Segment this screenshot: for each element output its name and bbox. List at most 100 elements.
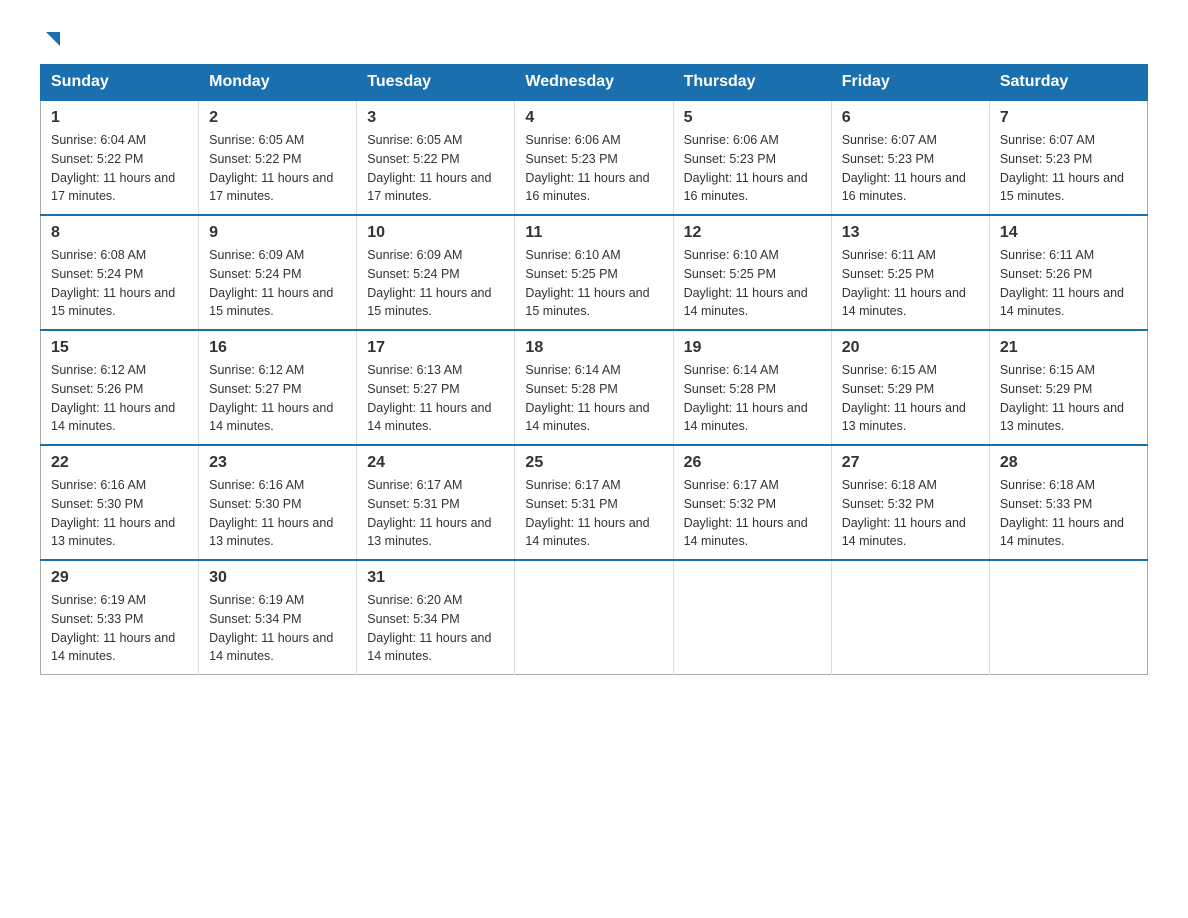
day-number: 22: [51, 454, 188, 472]
page-header: [40, 30, 1148, 44]
calendar-week-row: 22 Sunrise: 6:16 AM Sunset: 5:30 PM Dayl…: [41, 445, 1148, 560]
day-info: Sunrise: 6:10 AM Sunset: 5:25 PM Dayligh…: [525, 246, 662, 321]
day-number: 17: [367, 339, 504, 357]
calendar-header-cell: Saturday: [989, 65, 1147, 101]
calendar-day-cell: 3 Sunrise: 6:05 AM Sunset: 5:22 PM Dayli…: [357, 100, 515, 215]
day-number: 30: [209, 569, 346, 587]
calendar-day-cell: 8 Sunrise: 6:08 AM Sunset: 5:24 PM Dayli…: [41, 215, 199, 330]
day-info: Sunrise: 6:20 AM Sunset: 5:34 PM Dayligh…: [367, 591, 504, 666]
calendar-header-cell: Tuesday: [357, 65, 515, 101]
calendar-day-cell: 19 Sunrise: 6:14 AM Sunset: 5:28 PM Dayl…: [673, 330, 831, 445]
calendar-header: SundayMondayTuesdayWednesdayThursdayFrid…: [41, 65, 1148, 101]
day-info: Sunrise: 6:17 AM Sunset: 5:32 PM Dayligh…: [684, 476, 821, 551]
day-number: 28: [1000, 454, 1137, 472]
calendar-week-row: 29 Sunrise: 6:19 AM Sunset: 5:33 PM Dayl…: [41, 560, 1148, 675]
day-number: 21: [1000, 339, 1137, 357]
day-info: Sunrise: 6:05 AM Sunset: 5:22 PM Dayligh…: [209, 131, 346, 206]
calendar-header-row: SundayMondayTuesdayWednesdayThursdayFrid…: [41, 65, 1148, 101]
calendar-day-cell: 1 Sunrise: 6:04 AM Sunset: 5:22 PM Dayli…: [41, 100, 199, 215]
calendar-day-cell: 11 Sunrise: 6:10 AM Sunset: 5:25 PM Dayl…: [515, 215, 673, 330]
calendar-week-row: 1 Sunrise: 6:04 AM Sunset: 5:22 PM Dayli…: [41, 100, 1148, 215]
day-info: Sunrise: 6:12 AM Sunset: 5:26 PM Dayligh…: [51, 361, 188, 436]
calendar-day-cell: 9 Sunrise: 6:09 AM Sunset: 5:24 PM Dayli…: [199, 215, 357, 330]
calendar-day-cell: 25 Sunrise: 6:17 AM Sunset: 5:31 PM Dayl…: [515, 445, 673, 560]
calendar-day-cell: 28 Sunrise: 6:18 AM Sunset: 5:33 PM Dayl…: [989, 445, 1147, 560]
calendar-header-cell: Friday: [831, 65, 989, 101]
day-number: 6: [842, 109, 979, 127]
day-number: 8: [51, 224, 188, 242]
day-info: Sunrise: 6:12 AM Sunset: 5:27 PM Dayligh…: [209, 361, 346, 436]
calendar-day-cell: 14 Sunrise: 6:11 AM Sunset: 5:26 PM Dayl…: [989, 215, 1147, 330]
logo: [40, 30, 64, 44]
day-number: 4: [525, 109, 662, 127]
calendar-day-cell: [673, 560, 831, 675]
day-info: Sunrise: 6:05 AM Sunset: 5:22 PM Dayligh…: [367, 131, 504, 206]
calendar-day-cell: [831, 560, 989, 675]
calendar-day-cell: 5 Sunrise: 6:06 AM Sunset: 5:23 PM Dayli…: [673, 100, 831, 215]
day-info: Sunrise: 6:07 AM Sunset: 5:23 PM Dayligh…: [842, 131, 979, 206]
day-info: Sunrise: 6:16 AM Sunset: 5:30 PM Dayligh…: [209, 476, 346, 551]
day-info: Sunrise: 6:16 AM Sunset: 5:30 PM Dayligh…: [51, 476, 188, 551]
calendar-header-cell: Sunday: [41, 65, 199, 101]
day-info: Sunrise: 6:10 AM Sunset: 5:25 PM Dayligh…: [684, 246, 821, 321]
calendar-day-cell: 27 Sunrise: 6:18 AM Sunset: 5:32 PM Dayl…: [831, 445, 989, 560]
calendar-day-cell: 20 Sunrise: 6:15 AM Sunset: 5:29 PM Dayl…: [831, 330, 989, 445]
day-number: 23: [209, 454, 346, 472]
calendar-table: SundayMondayTuesdayWednesdayThursdayFrid…: [40, 64, 1148, 675]
calendar-day-cell: 4 Sunrise: 6:06 AM Sunset: 5:23 PM Dayli…: [515, 100, 673, 215]
day-info: Sunrise: 6:11 AM Sunset: 5:26 PM Dayligh…: [1000, 246, 1137, 321]
calendar-day-cell: 22 Sunrise: 6:16 AM Sunset: 5:30 PM Dayl…: [41, 445, 199, 560]
day-number: 16: [209, 339, 346, 357]
day-info: Sunrise: 6:19 AM Sunset: 5:33 PM Dayligh…: [51, 591, 188, 666]
day-info: Sunrise: 6:18 AM Sunset: 5:32 PM Dayligh…: [842, 476, 979, 551]
day-number: 10: [367, 224, 504, 242]
calendar-day-cell: 6 Sunrise: 6:07 AM Sunset: 5:23 PM Dayli…: [831, 100, 989, 215]
calendar-day-cell: 26 Sunrise: 6:17 AM Sunset: 5:32 PM Dayl…: [673, 445, 831, 560]
day-info: Sunrise: 6:14 AM Sunset: 5:28 PM Dayligh…: [684, 361, 821, 436]
calendar-day-cell: 17 Sunrise: 6:13 AM Sunset: 5:27 PM Dayl…: [357, 330, 515, 445]
day-info: Sunrise: 6:09 AM Sunset: 5:24 PM Dayligh…: [209, 246, 346, 321]
calendar-day-cell: 21 Sunrise: 6:15 AM Sunset: 5:29 PM Dayl…: [989, 330, 1147, 445]
day-info: Sunrise: 6:15 AM Sunset: 5:29 PM Dayligh…: [1000, 361, 1137, 436]
calendar-day-cell: 29 Sunrise: 6:19 AM Sunset: 5:33 PM Dayl…: [41, 560, 199, 675]
day-number: 13: [842, 224, 979, 242]
day-number: 31: [367, 569, 504, 587]
day-number: 14: [1000, 224, 1137, 242]
day-info: Sunrise: 6:13 AM Sunset: 5:27 PM Dayligh…: [367, 361, 504, 436]
day-info: Sunrise: 6:19 AM Sunset: 5:34 PM Dayligh…: [209, 591, 346, 666]
logo-arrow-icon: [42, 28, 64, 50]
calendar-day-cell: 10 Sunrise: 6:09 AM Sunset: 5:24 PM Dayl…: [357, 215, 515, 330]
calendar-day-cell: [515, 560, 673, 675]
day-number: 29: [51, 569, 188, 587]
calendar-day-cell: 13 Sunrise: 6:11 AM Sunset: 5:25 PM Dayl…: [831, 215, 989, 330]
day-info: Sunrise: 6:15 AM Sunset: 5:29 PM Dayligh…: [842, 361, 979, 436]
day-number: 11: [525, 224, 662, 242]
calendar-day-cell: 2 Sunrise: 6:05 AM Sunset: 5:22 PM Dayli…: [199, 100, 357, 215]
calendar-day-cell: 12 Sunrise: 6:10 AM Sunset: 5:25 PM Dayl…: [673, 215, 831, 330]
calendar-day-cell: 7 Sunrise: 6:07 AM Sunset: 5:23 PM Dayli…: [989, 100, 1147, 215]
calendar-header-cell: Monday: [199, 65, 357, 101]
day-number: 15: [51, 339, 188, 357]
day-number: 24: [367, 454, 504, 472]
day-number: 20: [842, 339, 979, 357]
day-info: Sunrise: 6:06 AM Sunset: 5:23 PM Dayligh…: [684, 131, 821, 206]
calendar-day-cell: 15 Sunrise: 6:12 AM Sunset: 5:26 PM Dayl…: [41, 330, 199, 445]
day-number: 12: [684, 224, 821, 242]
calendar-week-row: 8 Sunrise: 6:08 AM Sunset: 5:24 PM Dayli…: [41, 215, 1148, 330]
day-number: 27: [842, 454, 979, 472]
day-number: 7: [1000, 109, 1137, 127]
calendar-day-cell: 16 Sunrise: 6:12 AM Sunset: 5:27 PM Dayl…: [199, 330, 357, 445]
calendar-day-cell: 24 Sunrise: 6:17 AM Sunset: 5:31 PM Dayl…: [357, 445, 515, 560]
day-number: 9: [209, 224, 346, 242]
day-number: 1: [51, 109, 188, 127]
calendar-day-cell: 30 Sunrise: 6:19 AM Sunset: 5:34 PM Dayl…: [199, 560, 357, 675]
calendar-day-cell: 23 Sunrise: 6:16 AM Sunset: 5:30 PM Dayl…: [199, 445, 357, 560]
calendar-header-cell: Thursday: [673, 65, 831, 101]
day-info: Sunrise: 6:18 AM Sunset: 5:33 PM Dayligh…: [1000, 476, 1137, 551]
day-number: 25: [525, 454, 662, 472]
day-info: Sunrise: 6:07 AM Sunset: 5:23 PM Dayligh…: [1000, 131, 1137, 206]
calendar-day-cell: 18 Sunrise: 6:14 AM Sunset: 5:28 PM Dayl…: [515, 330, 673, 445]
calendar-day-cell: [989, 560, 1147, 675]
day-number: 3: [367, 109, 504, 127]
day-number: 19: [684, 339, 821, 357]
